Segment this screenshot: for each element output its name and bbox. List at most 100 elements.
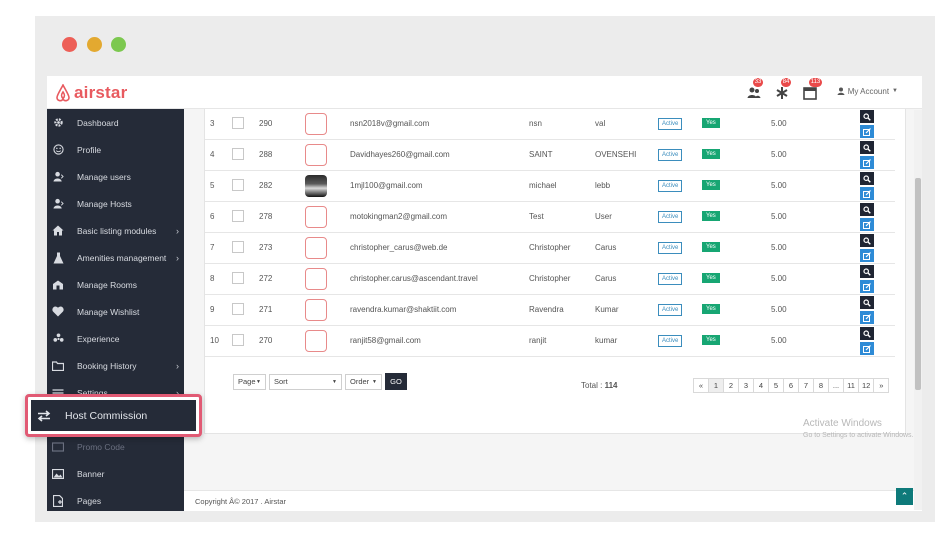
notification-count: 113 — [808, 78, 823, 87]
edit-button[interactable] — [860, 311, 874, 324]
window-close-dot[interactable] — [62, 37, 77, 52]
sidebar-item-host-commission[interactable]: Host Commission — [31, 400, 196, 431]
edit-icon — [863, 189, 871, 198]
order-select[interactable]: Order ▼ — [345, 373, 382, 390]
view-button[interactable] — [860, 265, 874, 278]
row-first-name: SAINT — [529, 150, 553, 159]
calendar-notification[interactable]: 113 — [802, 78, 823, 100]
notification-count: 84 — [780, 78, 792, 87]
row-actions — [860, 141, 874, 171]
host-avatar — [305, 237, 327, 259]
row-checkbox[interactable] — [232, 272, 244, 284]
sidebar-item-experience[interactable]: Experience — [47, 325, 184, 352]
window-maximize-dot[interactable] — [111, 37, 126, 52]
go-button[interactable]: GO — [385, 373, 407, 390]
view-button[interactable] — [860, 141, 874, 154]
edit-button[interactable] — [860, 187, 874, 200]
status-badge: Active — [658, 118, 683, 130]
sidebar-item-manage-wishlist[interactable]: Manage Wishlist — [47, 298, 184, 325]
page-link[interactable]: 2 — [723, 378, 739, 393]
sidebar-item-amenities-management[interactable]: Amenities management › — [47, 244, 184, 271]
page-link[interactable]: ... — [828, 378, 844, 393]
edit-button[interactable] — [860, 125, 874, 138]
page-link[interactable]: 8 — [813, 378, 829, 393]
back-to-top-button[interactable]: ⌃ — [896, 488, 913, 505]
sidebar: Dashboard Profile Manage users Manage Ho… — [47, 109, 184, 511]
edit-icon — [863, 282, 871, 291]
image-icon — [52, 468, 64, 480]
view-button[interactable] — [860, 327, 874, 340]
asterisk-notification[interactable]: 84 — [775, 78, 793, 100]
row-checkbox[interactable] — [232, 241, 244, 253]
view-button[interactable] — [860, 172, 874, 185]
tag-icon — [52, 441, 64, 453]
row-rating: 5.00 — [771, 181, 787, 190]
calendar-icon — [802, 87, 817, 100]
watermark-title: Activate Windows — [803, 418, 882, 429]
row-checkbox[interactable] — [232, 334, 244, 346]
status-badge: Active — [658, 273, 683, 285]
row-rating: 5.00 — [771, 243, 787, 252]
edit-button[interactable] — [860, 249, 874, 262]
edit-button[interactable] — [860, 156, 874, 169]
page-link[interactable]: 1 — [708, 378, 724, 393]
page-link[interactable]: » — [873, 378, 890, 393]
chevron-right-icon: › — [176, 225, 179, 236]
page-link[interactable]: 12 — [858, 378, 875, 393]
search-icon — [863, 205, 871, 214]
user-icon — [52, 198, 64, 210]
page-select[interactable]: Page ▼ — [233, 373, 266, 390]
sidebar-item-booking-history[interactable]: Booking History › — [47, 352, 184, 379]
host-avatar — [305, 268, 327, 290]
scrollbar-thumb[interactable] — [915, 178, 921, 390]
row-checkbox[interactable] — [232, 210, 244, 222]
page-link[interactable]: 5 — [768, 378, 784, 393]
file-icon — [52, 494, 64, 507]
sidebar-item-promo-code[interactable]: Promo Code — [47, 433, 184, 460]
search-icon — [863, 267, 871, 276]
row-index: 7 — [210, 243, 215, 252]
page-link[interactable]: « — [693, 378, 709, 393]
user-icon — [52, 171, 64, 183]
row-actions — [860, 296, 874, 326]
page-link[interactable]: 6 — [783, 378, 799, 393]
sidebar-item-banner[interactable]: Banner — [47, 460, 184, 487]
row-checkbox[interactable] — [232, 303, 244, 315]
copyright-text: Copyright Â© 2017 . Airstar — [195, 496, 286, 506]
users-notification[interactable]: 33 — [747, 78, 765, 100]
sidebar-item-manage-rooms[interactable]: Manage Rooms — [47, 271, 184, 298]
page-link[interactable]: 4 — [753, 378, 769, 393]
table-row: 9 271 ravendra.kumar@shaktiit.com Ravendra K… — [205, 295, 895, 326]
row-checkbox[interactable] — [232, 117, 244, 129]
page-link[interactable]: 3 — [738, 378, 754, 393]
edit-button[interactable] — [860, 280, 874, 293]
page-select-label: Page — [238, 377, 256, 386]
sidebar-item-manage-hosts[interactable]: Manage Hosts — [47, 190, 184, 217]
brand-logo[interactable]: airstar — [55, 82, 127, 104]
row-index: 4 — [210, 150, 215, 159]
sidebar-item-dashboard[interactable]: Dashboard — [47, 109, 184, 136]
status-badge: Active — [658, 149, 683, 161]
page-link[interactable]: 7 — [798, 378, 814, 393]
row-checkbox[interactable] — [232, 179, 244, 191]
row-checkbox[interactable] — [232, 148, 244, 160]
table-row: 10 270 ranjit58@gmail.com ranjit kumar Active… — [205, 326, 895, 357]
view-button[interactable] — [860, 203, 874, 216]
sidebar-item-pages[interactable]: Pages — [47, 487, 184, 511]
sidebar-item-profile[interactable]: Profile — [47, 136, 184, 163]
view-button[interactable] — [860, 296, 874, 309]
row-first-name: Christopher — [529, 274, 571, 283]
sidebar-item-manage-users[interactable]: Manage users — [47, 163, 184, 190]
edit-button[interactable] — [860, 342, 874, 355]
page-link[interactable]: 11 — [843, 378, 859, 393]
view-button[interactable] — [860, 110, 874, 123]
edit-button[interactable] — [860, 218, 874, 231]
view-button[interactable] — [860, 234, 874, 247]
account-menu[interactable]: My Account ▼ — [837, 87, 898, 96]
cog-icon — [52, 117, 64, 129]
sort-select[interactable]: Sort ▼ — [269, 373, 342, 390]
page-footer: Copyright Â© 2017 . Airstar — [184, 490, 922, 511]
window-minimize-dot[interactable] — [87, 37, 102, 52]
row-id: 272 — [259, 274, 273, 283]
sidebar-item-basic-listing-modules[interactable]: Basic listing modules › — [47, 217, 184, 244]
